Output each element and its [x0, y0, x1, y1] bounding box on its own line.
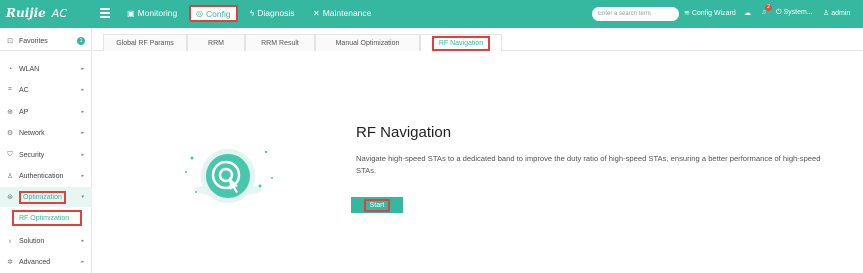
config-icon: ◎ — [196, 9, 203, 18]
diagnosis-icon: ϟ — [250, 8, 255, 18]
start-button[interactable]: Start — [351, 197, 403, 213]
chevron-right-icon: ▸ — [81, 152, 84, 158]
page-description: Navigate high-speed STAs to a dedicated … — [356, 154, 821, 175]
ac-icon: ⌗ — [8, 86, 12, 93]
divider — [0, 50, 92, 51]
chevron-right-icon: ▸ — [81, 173, 84, 179]
menu-toggle-icon[interactable] — [100, 8, 110, 18]
sidebar-item-network[interactable]: ⚙ Network ▸ — [0, 123, 92, 143]
chevron-right-icon: ▸ — [81, 66, 84, 72]
user-menu[interactable]: ♙ admin — [823, 9, 850, 17]
tab-rf-navigation[interactable]: RF Navigation — [420, 34, 502, 51]
chevron-down-icon: ▾ — [81, 194, 84, 200]
chevron-right-icon: ▸ — [81, 130, 84, 136]
logo: Ruijie AC — [6, 6, 68, 20]
wifi-icon: ◔ — [7, 65, 13, 73]
nav-maintenance[interactable]: ✕ Maintenance — [313, 8, 371, 18]
power-icon: ⏻ — [776, 9, 782, 16]
user-icon: ♙ — [6, 173, 14, 180]
wrench-icon: ✕ — [313, 8, 320, 18]
top-bar: Ruijie AC ▣ Monitoring ◎ Config ϟ Diagnos… — [0, 0, 863, 28]
tab-bar: Global RF Params RRM RRM Result Manual O… — [93, 34, 863, 51]
sidebar-item-solution[interactable]: ♁ Solution ▸ — [0, 231, 92, 251]
tab-manual-optimization[interactable]: Manual Optimization — [315, 34, 420, 51]
sidebar-item-advanced[interactable]: ✲ Advanced ▸ — [0, 252, 92, 272]
tab-rrm[interactable]: RRM — [187, 34, 245, 51]
nav-monitoring[interactable]: ▣ Monitoring — [127, 8, 177, 18]
monitor-icon: ▣ — [127, 8, 135, 18]
notification-badge: 2 — [765, 4, 772, 11]
ap-icon: ⊕ — [7, 109, 13, 116]
gear-icon: ✲ — [7, 259, 13, 266]
favorites-count: 1 — [77, 37, 85, 45]
nav-diagnosis[interactable]: ϟ Diagnosis — [250, 8, 295, 18]
sidebar-item-security[interactable]: ⛉ Security ▸ — [0, 145, 92, 165]
cloud-icon[interactable]: ☁ — [744, 9, 751, 17]
network-icon: ⚙ — [6, 130, 14, 137]
chevron-right-icon: ▸ — [81, 259, 84, 265]
system-menu[interactable]: ⏻ System... — [776, 9, 813, 17]
config-wizard-link[interactable]: ≋ Config Wizard — [684, 9, 736, 17]
search-input[interactable] — [598, 11, 672, 17]
wizard-icon: ≋ — [684, 10, 690, 17]
chevron-right-icon: ▸ — [81, 238, 84, 244]
sidebar-item-wlan[interactable]: ◔ WLAN ▸ — [0, 59, 92, 79]
sidebar-subitem-rf-optimization[interactable]: RF Optimization — [12, 210, 82, 226]
sidebar: ⊡ Favorites 1 ◔ WLAN ▸ ⌗ AC ▸ ⊕ AP ▸ ⚙ N… — [0, 28, 92, 273]
chevron-right-icon: ▸ — [81, 87, 84, 93]
sidebar-item-ac[interactable]: ⌗ AC ▸ — [0, 80, 92, 100]
rf-navigation-illustration — [185, 149, 273, 203]
shield-icon: ⛉ — [7, 151, 13, 158]
nav-config[interactable]: ◎ Config — [189, 5, 238, 22]
tab-global-rf-params[interactable]: Global RF Params — [103, 34, 187, 51]
bookmark-icon: ⊡ — [7, 38, 13, 45]
sidebar-item-optimization[interactable]: ⊛ Optimization ▾ — [0, 187, 92, 207]
sidebar-favorites[interactable]: ⊡ Favorites 1 — [0, 31, 92, 51]
search-box[interactable] — [592, 7, 679, 21]
optimization-icon: ⊛ — [7, 194, 13, 201]
tab-rrm-result[interactable]: RRM Result — [245, 34, 315, 51]
user-icon: ♙ — [823, 10, 830, 17]
bulb-icon: ♁ — [7, 237, 13, 245]
page-title: RF Navigation — [356, 124, 452, 141]
chevron-right-icon: ▸ — [81, 109, 84, 115]
sidebar-item-ap[interactable]: ⊕ AP ▸ — [0, 102, 92, 122]
sidebar-item-authentication[interactable]: ♙ Authentication ▸ — [0, 166, 92, 186]
